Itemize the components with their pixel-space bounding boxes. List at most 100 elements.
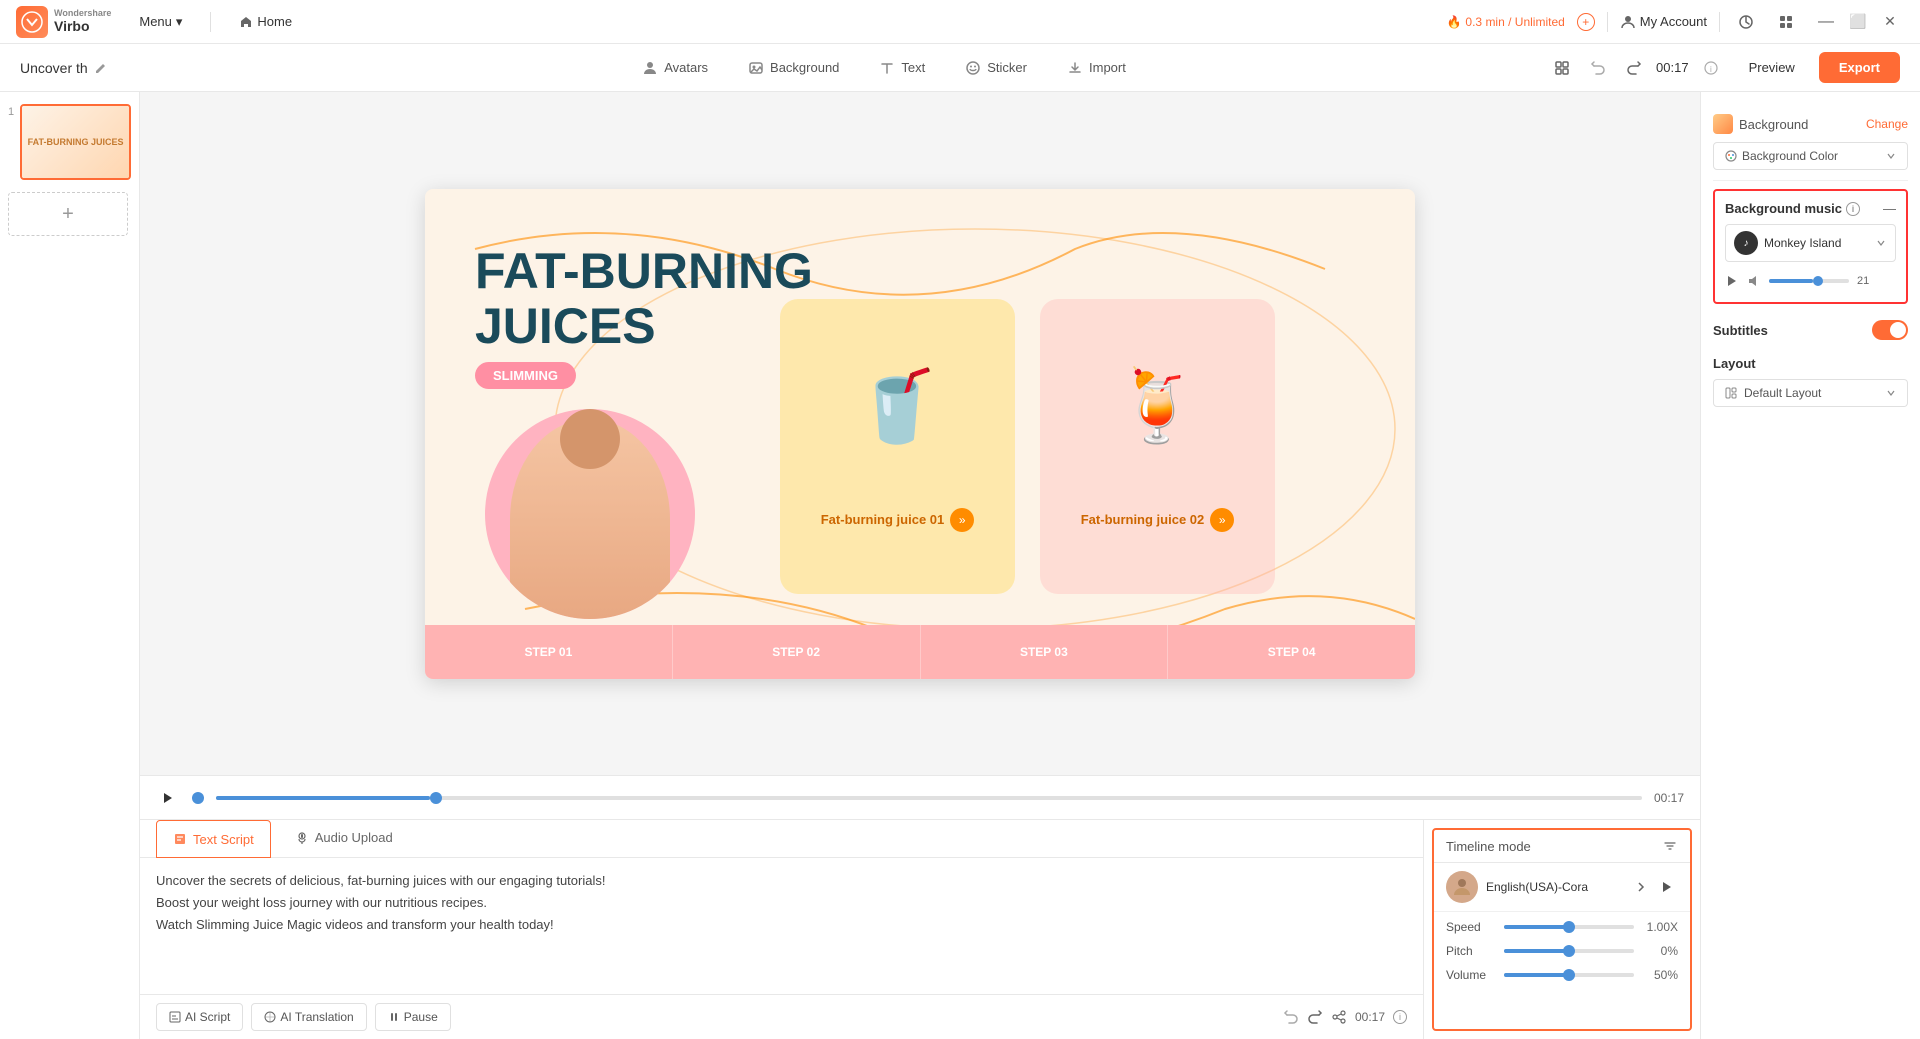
step-4: STEP 04 [1168,625,1415,679]
share-footer-icon[interactable] [1331,1009,1347,1025]
ai-translation-button[interactable]: AI Translation [251,1003,366,1031]
pause-button[interactable]: Pause [375,1003,451,1031]
speed-value: 1.00X [1642,920,1678,934]
music-volume-thumb[interactable] [1813,276,1823,286]
juice-card-1: 🥤 Fat-burning juice 01 » [780,299,1015,594]
avatar-head [560,409,620,469]
music-info-icon[interactable]: i [1846,202,1860,216]
menu-button[interactable]: Menu ▾ [131,10,190,34]
script-line-2: Boost your weight loss journey with our … [156,892,1407,914]
speed-slider[interactable] [1504,925,1634,929]
home-button[interactable]: Home [231,10,300,33]
canvas: FAT-BURNING JUICES SLIMMING 🥤 Fat-burnin… [425,189,1415,679]
script-content: Uncover the secrets of delicious, fat-bu… [140,858,1423,994]
account-icon [1620,14,1636,30]
music-track-info: ♪ Monkey Island [1734,231,1841,255]
sticker-icon [965,60,981,76]
sticker-tool[interactable]: Sticker [945,52,1047,84]
script-line-1: Uncover the secrets of delicious, fat-bu… [156,870,1407,892]
redo-button[interactable] [1620,54,1648,82]
volume-thumb[interactable] [1563,969,1575,981]
music-collapse-button[interactable]: — [1883,201,1896,216]
tool-center: Avatars Background Text Sticker Import [220,52,1548,84]
ai-script-button[interactable]: AI Script [156,1003,243,1031]
minimize-button[interactable]: — [1812,8,1840,36]
grid-button[interactable] [1772,8,1800,36]
music-play-icon[interactable] [1725,274,1739,288]
change-background-button[interactable]: Change [1866,117,1908,131]
preview-button[interactable]: Preview [1733,54,1811,81]
avatar-circle [485,409,695,619]
undo-footer-icon[interactable] [1283,1009,1299,1025]
redo-footer-icon[interactable] [1307,1009,1323,1025]
pitch-slider[interactable] [1504,949,1634,953]
layout-label: Layout [1713,356,1908,371]
headline1: FAT-BURNING [475,244,813,299]
music-track-row: ♪ Monkey Island [1725,224,1896,262]
avatar-silhouette [510,419,670,619]
subtitles-toggle[interactable] [1872,320,1908,340]
speed-label: Speed [1446,920,1496,934]
layout-dropdown[interactable]: Default Layout [1713,379,1908,407]
text-script-icon [173,832,187,846]
add-slide-button[interactable]: + [8,192,128,236]
divider3 [1719,12,1720,32]
speed-row: Speed 1.00X [1446,920,1678,934]
history-button[interactable] [1732,8,1760,36]
app-logo: Wondershare Virbo [16,6,111,38]
play-icon [161,791,175,805]
avatars-icon [642,60,658,76]
volume-slider[interactable] [1504,973,1634,977]
text-script-tab[interactable]: Text Script [156,820,271,858]
timeline-mode-icon[interactable] [1662,838,1678,854]
volume-fill [1504,973,1569,977]
account-button[interactable]: My Account [1620,14,1707,30]
timeline-dot[interactable] [192,792,204,804]
music-volume-slider[interactable] [1769,279,1849,283]
speed-thumb[interactable] [1563,921,1575,933]
background-icon [748,60,764,76]
avatar-row: English(USA)-Cora [1434,863,1690,912]
ai-script-icon [169,1011,181,1023]
subtitles-row: Subtitles [1713,312,1908,348]
juice-image-1: 🥤 [833,315,963,500]
chevron-right-icon[interactable] [1634,880,1648,894]
undo-button[interactable] [1584,54,1612,82]
grid-icon [1778,14,1794,30]
edit-title-icon[interactable] [94,61,108,75]
grid-layout-icon[interactable] [1548,54,1576,82]
music-chevron-down-icon[interactable] [1875,237,1887,249]
pitch-label: Pitch [1446,944,1496,958]
footer-time: 00:17 [1355,1010,1385,1024]
pitch-thumb[interactable] [1563,945,1575,957]
timeline-mode-label: Timeline mode [1446,839,1531,854]
timeline-thumb[interactable] [430,792,442,804]
slide-number-1: 1 [8,104,14,118]
history-icon [1738,14,1754,30]
volume-row: Volume 50% [1446,968,1678,982]
import-tool[interactable]: Import [1047,52,1146,84]
play-button[interactable] [156,786,180,810]
timeline-progress [216,796,430,800]
export-button[interactable]: Export [1819,52,1900,83]
maximize-button[interactable]: ⬜ [1844,8,1872,36]
slide-thumb-1[interactable]: FAT-BURNING JUICES [20,104,131,180]
audio-upload-tab[interactable]: Audio Upload [279,820,409,857]
avatars-tool[interactable]: Avatars [622,52,728,84]
right-panel: Background Change Background Color Backg… [1700,92,1920,1039]
script-tabs: Text Script Audio Upload [140,820,1423,858]
divider2 [1607,12,1608,32]
music-track-name: Monkey Island [1764,236,1841,250]
window-controls: — ⬜ ✕ [1812,8,1904,36]
music-track-icon: ♪ [1734,231,1758,255]
background-tool[interactable]: Background [728,52,859,84]
bg-color-dropdown[interactable]: Background Color [1713,142,1908,170]
timeline-bar: 00:17 [140,775,1700,819]
timeline-track[interactable] [216,796,1642,800]
text-tool[interactable]: Text [859,52,945,84]
layout-chevron-icon [1885,387,1897,399]
avatar-play-button[interactable] [1656,876,1678,898]
sidebar: 1 FAT-BURNING JUICES + [0,92,140,1039]
add-credits-button[interactable]: + [1577,13,1595,31]
close-button[interactable]: ✕ [1876,8,1904,36]
